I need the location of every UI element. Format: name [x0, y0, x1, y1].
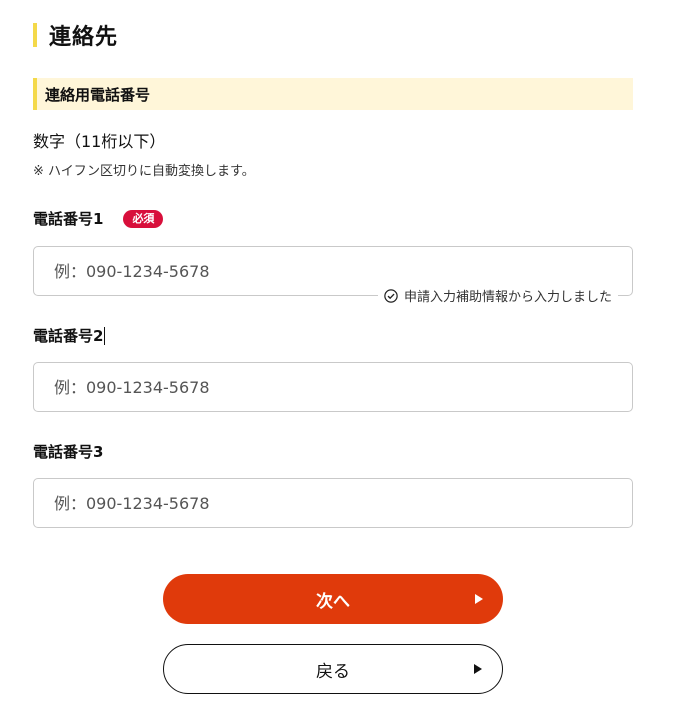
back-button[interactable]: 戻る	[163, 644, 503, 694]
autofill-note: 申請入力補助情報から入力しました	[377, 286, 618, 305]
next-button-label: 次へ	[316, 591, 350, 612]
next-button[interactable]: 次へ	[163, 574, 503, 624]
phone1-label-row: 電話番号1 必須	[33, 208, 164, 229]
section-heading-label: 連絡用電話番号	[45, 85, 151, 104]
phone1-label: 電話番号1	[33, 210, 104, 228]
play-arrow-icon	[475, 594, 483, 604]
page-title: 連絡先	[49, 25, 119, 50]
phone3-input[interactable]	[34, 479, 632, 527]
phone3-label-row: 電話番号3	[33, 441, 103, 462]
play-arrow-icon	[474, 664, 482, 674]
page-title-block: 連絡先	[33, 22, 119, 50]
phone2-label-row: 電話番号2	[33, 325, 106, 346]
phone3-field[interactable]	[33, 478, 633, 528]
phone3-label: 電話番号3	[33, 443, 104, 461]
phone1-field[interactable]: 申請入力補助情報から入力しました	[33, 246, 633, 305]
section-heading: 連絡用電話番号	[33, 78, 633, 110]
format-hint: 数字（11桁以下）	[33, 132, 166, 151]
required-badge: 必須	[123, 209, 164, 228]
autofill-note-text: 申請入力補助情報から入力しました	[403, 290, 612, 305]
back-button-label: 戻る	[316, 661, 350, 682]
title-accent-bar	[33, 23, 37, 47]
format-note: ※ ハイフン区切りに自動変換します。	[33, 164, 255, 179]
text-cursor	[104, 326, 106, 345]
check-circle-icon	[384, 288, 398, 303]
phone2-field[interactable]	[33, 362, 633, 412]
phone2-input[interactable]	[34, 363, 632, 411]
phone2-label: 電話番号2	[33, 327, 104, 345]
